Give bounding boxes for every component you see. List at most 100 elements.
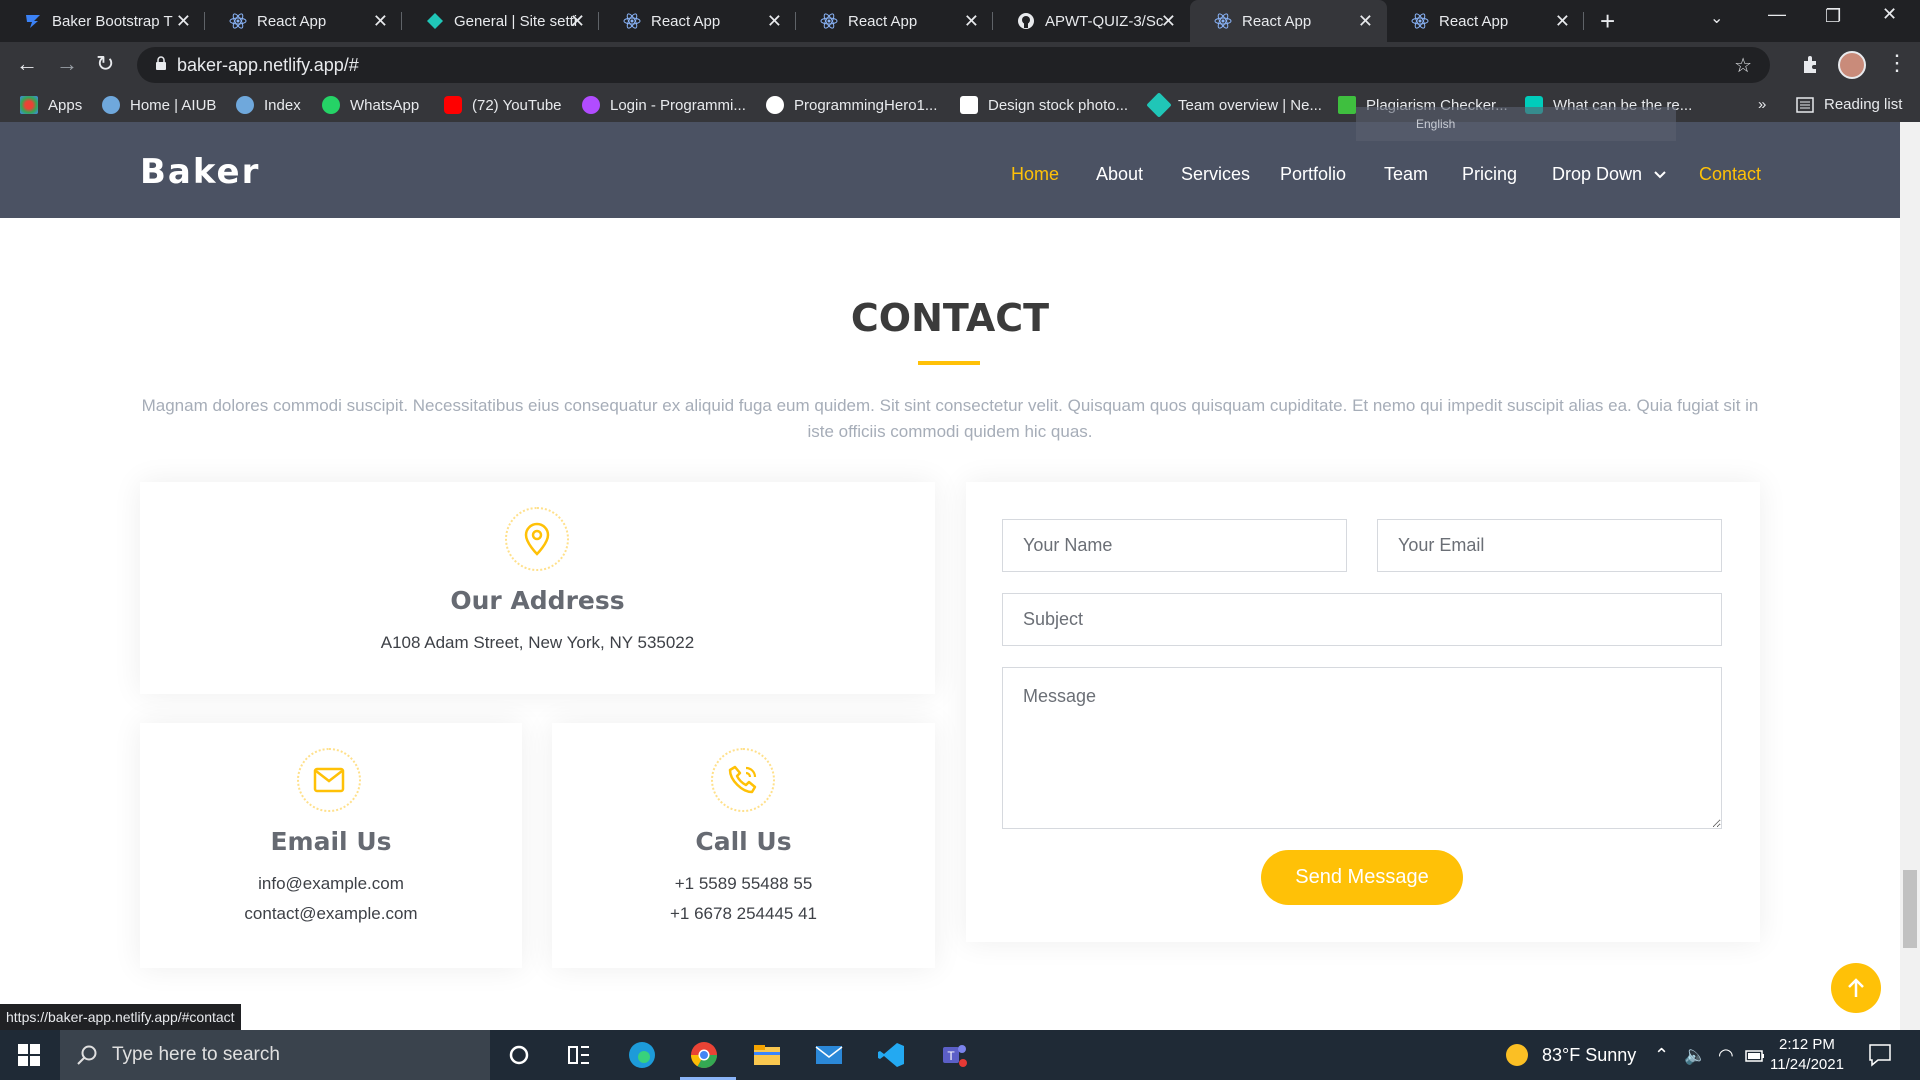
- forward-arrow-icon[interactable]: →: [56, 51, 78, 77]
- browser-tab[interactable]: React App ✕: [1387, 0, 1584, 42]
- close-icon[interactable]: ✕: [570, 11, 585, 32]
- section-title: CONTACT: [850, 296, 1050, 340]
- nav-home[interactable]: Home: [1011, 164, 1059, 185]
- search-icon: [77, 1045, 97, 1065]
- speaker-icon[interactable]: 🔈: [1684, 1045, 1706, 1066]
- address-text: A108 Adam Street, New York, NY 535022: [380, 633, 695, 652]
- email-input[interactable]: [1377, 519, 1722, 572]
- map-pin-icon: [505, 507, 569, 571]
- plagiarism-icon: [1338, 96, 1356, 114]
- file-explorer-icon[interactable]: [753, 1041, 781, 1069]
- browser-tab[interactable]: React App ✕: [796, 0, 993, 42]
- site-logo[interactable]: Baker: [140, 152, 260, 192]
- react-icon: [1214, 12, 1232, 30]
- phone-line-2[interactable]: +1 6678 254445 41: [552, 899, 935, 929]
- edge-browser-icon[interactable]: [628, 1041, 656, 1069]
- nav-pricing[interactable]: Pricing: [1462, 164, 1517, 185]
- bookmark-item[interactable]: (72) YouTube: [444, 96, 562, 114]
- minimize-icon[interactable]: —: [1768, 4, 1786, 25]
- bookmark-item[interactable]: Design stock photo...: [960, 96, 1128, 114]
- bookmark-item[interactable]: Team overview | Ne...: [1146, 92, 1322, 118]
- subject-input[interactable]: [1002, 593, 1722, 646]
- close-icon[interactable]: ✕: [1161, 11, 1176, 32]
- nav-team[interactable]: Team: [1384, 164, 1428, 185]
- browser-toolbar: ← → ↻ baker-app.netlify.app/# ☆: [0, 42, 1920, 88]
- tab-search-chevron-icon[interactable]: ⌄: [1710, 8, 1723, 28]
- message-textarea[interactable]: [1002, 667, 1722, 829]
- browser-tab[interactable]: React App ✕: [205, 0, 402, 42]
- reload-icon[interactable]: ↻: [96, 51, 114, 77]
- windows-start-icon[interactable]: [18, 1044, 40, 1066]
- extensions-puzzle-icon[interactable]: [1800, 53, 1822, 75]
- teams-icon[interactable]: T: [939, 1041, 967, 1069]
- browser-tab-strip: Baker Bootstrap T ✕ React App ✕ General …: [0, 0, 1920, 42]
- name-input[interactable]: [1002, 519, 1347, 572]
- close-icon[interactable]: ✕: [1555, 11, 1570, 32]
- aiub-icon: [102, 96, 120, 114]
- back-arrow-icon[interactable]: ←: [16, 51, 38, 77]
- phone-line-1[interactable]: +1 5589 55488 55: [552, 869, 935, 899]
- address-card: Our Address A108 Adam Street, New York, …: [140, 482, 935, 694]
- bookmark-star-icon[interactable]: ☆: [1734, 53, 1752, 78]
- chrome-icon[interactable]: [690, 1041, 718, 1069]
- browser-tab[interactable]: General | Site setti ✕: [402, 0, 599, 42]
- new-tab-button[interactable]: +: [1600, 6, 1615, 37]
- profile-avatar[interactable]: [1838, 51, 1866, 79]
- nav-dropdown[interactable]: Drop Down: [1552, 164, 1667, 185]
- arrow-up-icon: [1848, 978, 1864, 997]
- react-icon: [820, 12, 838, 30]
- close-icon[interactable]: ✕: [767, 11, 782, 32]
- scrollbar-thumb[interactable]: [1903, 870, 1917, 948]
- translate-toolbar[interactable]: English: [1356, 107, 1676, 141]
- github-icon: [1017, 12, 1035, 30]
- close-icon[interactable]: ✕: [176, 11, 191, 32]
- nav-contact[interactable]: Contact: [1699, 164, 1761, 185]
- wifi-icon[interactable]: ◠: [1718, 1045, 1734, 1066]
- aiub-icon: [236, 96, 254, 114]
- bookmark-item[interactable]: Home | AIUB: [102, 96, 216, 114]
- taskbar-search[interactable]: Type here to search: [60, 1030, 490, 1080]
- browser-tab-active[interactable]: React App ✕: [1190, 0, 1387, 42]
- more-bookmarks-chevron[interactable]: »: [1758, 96, 1766, 113]
- send-message-button[interactable]: Send Message: [1261, 850, 1463, 905]
- cortana-icon[interactable]: [505, 1041, 533, 1069]
- nav-about[interactable]: About: [1096, 164, 1143, 185]
- reading-list-button[interactable]: Reading list: [1796, 96, 1902, 113]
- tab-label: React App: [257, 12, 327, 30]
- browser-tab[interactable]: APWT-QUIZ-3/Sc ✕: [993, 0, 1190, 42]
- taskbar-clock[interactable]: 2:12 PM 11/24/2021: [1770, 1035, 1844, 1075]
- battery-icon[interactable]: [1745, 1047, 1765, 1068]
- vscode-icon[interactable]: [877, 1041, 905, 1069]
- address-bar[interactable]: baker-app.netlify.app/# ☆: [137, 47, 1770, 83]
- bookmark-item[interactable]: Login - Programmi...: [582, 96, 746, 114]
- netlify-icon: [1146, 92, 1172, 118]
- close-icon[interactable]: ✕: [373, 11, 388, 32]
- tab-label: React App: [1242, 12, 1312, 30]
- browser-tab[interactable]: React App ✕: [599, 0, 796, 42]
- notifications-icon[interactable]: [1868, 1043, 1892, 1072]
- window-close-icon[interactable]: ✕: [1882, 4, 1897, 25]
- restore-icon[interactable]: ❐: [1825, 6, 1841, 27]
- bookmark-apps[interactable]: Apps: [20, 96, 82, 114]
- email-line-1[interactable]: info@example.com: [140, 869, 522, 899]
- back-to-top-button[interactable]: [1831, 963, 1881, 1013]
- nav-portfolio[interactable]: Portfolio: [1280, 164, 1346, 185]
- close-icon[interactable]: ✕: [1358, 11, 1373, 32]
- bookmark-item[interactable]: Index: [236, 96, 301, 114]
- weather-text[interactable]: 83°F Sunny: [1542, 1045, 1636, 1066]
- weather-sun-icon[interactable]: [1505, 1043, 1529, 1072]
- mail-icon[interactable]: [815, 1041, 843, 1069]
- close-icon[interactable]: ✕: [964, 11, 979, 32]
- task-view-icon[interactable]: [565, 1041, 593, 1069]
- nav-services[interactable]: Services: [1181, 164, 1250, 185]
- programming-hero-icon: [582, 96, 600, 114]
- svg-text:T: T: [947, 1049, 955, 1063]
- browser-tab[interactable]: Baker Bootstrap T ✕: [0, 0, 205, 42]
- bookmark-item[interactable]: ProgrammingHero1...: [766, 96, 937, 114]
- bookmark-item[interactable]: WhatsApp: [322, 96, 419, 114]
- tab-label: Baker Bootstrap T: [52, 12, 173, 30]
- browser-menu-icon[interactable]: ⋮: [1886, 50, 1908, 76]
- email-line-2[interactable]: contact@example.com: [140, 899, 522, 929]
- tray-chevron-up-icon[interactable]: ⌃: [1654, 1045, 1669, 1066]
- envelope-icon: [297, 748, 361, 812]
